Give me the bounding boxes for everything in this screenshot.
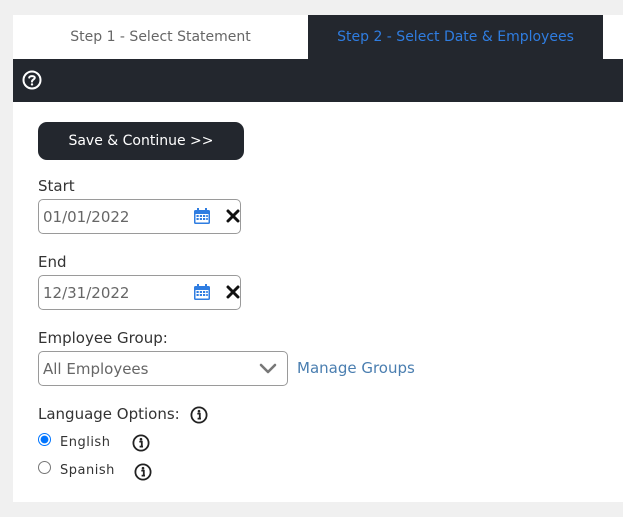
toolbar <box>13 59 623 102</box>
end-date-field <box>38 275 241 310</box>
calendar-icon[interactable] <box>193 207 211 225</box>
clear-icon[interactable] <box>226 209 240 223</box>
spanish-radio[interactable] <box>38 461 51 474</box>
save-continue-button[interactable]: Save & Continue >> <box>38 122 244 160</box>
employee-group-select[interactable]: All Employees <box>38 351 288 386</box>
main-panel: Save & Continue >> Start End <box>13 102 623 502</box>
language-options-label: Language Options: <box>38 405 180 423</box>
start-date-input[interactable] <box>43 200 183 233</box>
manage-groups-link[interactable]: Manage Groups <box>297 359 415 377</box>
tab-step-1[interactable]: Step 1 - Select Statement <box>13 15 308 59</box>
start-label: Start <box>38 177 75 195</box>
spanish-label: Spanish <box>60 463 115 478</box>
clear-icon[interactable] <box>226 285 240 299</box>
info-icon[interactable] <box>190 406 208 424</box>
end-date-input[interactable] <box>43 276 183 309</box>
employee-group-label: Employee Group: <box>38 329 168 347</box>
chevron-down-icon <box>259 363 277 374</box>
english-label: English <box>60 435 111 450</box>
employee-group-value: All Employees <box>43 360 149 378</box>
start-date-field <box>38 199 241 234</box>
tab-step-2[interactable]: Step 2 - Select Date & Employees <box>308 15 603 59</box>
tab-step-1-label: Step 1 - Select Statement <box>70 29 251 45</box>
info-icon[interactable] <box>134 463 152 481</box>
tab-bar-filler <box>603 15 623 59</box>
step-tabs: Step 1 - Select Statement Step 2 - Selec… <box>13 15 623 59</box>
question-circle-icon[interactable] <box>22 70 42 90</box>
end-label: End <box>38 253 67 271</box>
calendar-icon[interactable] <box>193 283 211 301</box>
english-radio[interactable] <box>38 433 51 446</box>
tab-step-2-label: Step 2 - Select Date & Employees <box>337 29 574 45</box>
info-icon[interactable] <box>132 434 150 452</box>
